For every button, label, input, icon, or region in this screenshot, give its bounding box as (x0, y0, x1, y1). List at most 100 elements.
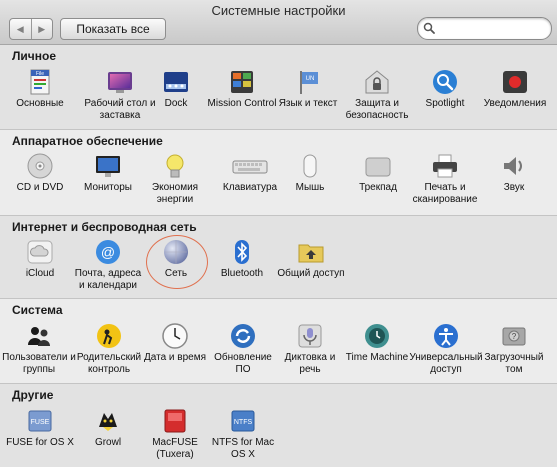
search-input[interactable] (438, 20, 543, 36)
pref-icloud[interactable]: iCloud (3, 238, 77, 280)
pref-label: Growl (94, 437, 122, 448)
pref-label: Time Machine (345, 352, 409, 363)
dock-icon (162, 68, 190, 96)
startup-disk-icon: ? (500, 322, 528, 350)
pref-label: Почта, адреса и календари (74, 268, 142, 291)
pref-label: Родительский контроль (76, 352, 142, 375)
accessibility-icon (432, 322, 460, 350)
pref-label: Печать и сканирование (412, 182, 478, 205)
pref-energy-saver[interactable]: Экономия энергии (138, 152, 212, 206)
pref-ntfs[interactable]: NTFS NTFS for Mac OS X (206, 407, 280, 461)
pref-growl[interactable]: Growl (71, 407, 145, 449)
users-groups-icon (25, 322, 53, 350)
sound-icon (500, 152, 528, 180)
pref-label: iCloud (25, 268, 55, 279)
search-field[interactable] (417, 17, 552, 40)
back-forward-control: ◀ ▶ (9, 18, 53, 40)
pref-notifications[interactable]: Уведомления (478, 68, 552, 110)
section-title: Аппаратное обеспечение (12, 134, 163, 148)
pref-label: Защита и безопасность (345, 98, 409, 121)
ntfs-icon: NTFS (229, 407, 257, 435)
pref-label: Трекпад (359, 182, 397, 193)
pref-parental-controls[interactable]: Родительский контроль (72, 322, 146, 376)
pref-users-groups[interactable]: Пользователи и группы (2, 322, 76, 376)
pref-dictation-speech[interactable]: Диктовка и речь (273, 322, 347, 376)
pref-accessibility[interactable]: Универсальный доступ (409, 322, 483, 376)
pref-date-time[interactable]: Дата и время (138, 322, 212, 364)
mission-control-icon (228, 68, 256, 96)
pref-mouse[interactable]: Мышь (273, 152, 347, 194)
trackpad-icon (364, 152, 392, 180)
pref-print-scan[interactable]: Печать и сканирование (408, 152, 482, 206)
back-button[interactable]: ◀ (10, 19, 31, 39)
pref-label: Bluetooth (220, 268, 264, 279)
pref-time-machine[interactable]: Time Machine (340, 322, 414, 364)
pref-label: Язык и текст (278, 98, 338, 109)
pref-label: Dock (164, 98, 188, 109)
pref-dock[interactable]: Dock (139, 68, 213, 110)
pref-mail-contacts[interactable]: @ Почта, адреса и календари (71, 238, 145, 292)
macfuse-icon (161, 407, 189, 435)
pref-label: NTFS for Mac OS X (211, 437, 275, 460)
pref-startup-disk[interactable]: ? Загрузочный том (477, 322, 551, 376)
chevron-left-icon: ◀ (16, 23, 24, 34)
pref-language-text[interactable]: UN Язык и текст (271, 68, 345, 110)
system-preferences-window: Системные настройки ◀ ▶ Показать все Лич… (0, 0, 557, 467)
svg-text:@: @ (101, 244, 115, 260)
pref-label: Мониторы (84, 182, 132, 193)
pref-security[interactable]: Защита и безопасность (340, 68, 414, 122)
pref-label: Мышь (295, 182, 325, 193)
spotlight-icon (431, 68, 459, 96)
pref-label: Mission Control (207, 98, 277, 109)
pref-fuse[interactable]: FUSE FUSE for OS X (3, 407, 77, 449)
show-all-button[interactable]: Показать все (60, 18, 166, 40)
pref-label: Основные (16, 98, 64, 109)
pref-displays[interactable]: Мониторы (71, 152, 145, 194)
language-text-icon: UN (294, 68, 322, 96)
pref-macfuse[interactable]: MacFUSE (Tuxera) (138, 407, 212, 461)
pref-label: Звук (503, 182, 525, 193)
desktop-screensaver-icon (106, 68, 134, 96)
chevron-right-icon: ▶ (38, 23, 46, 34)
forward-button[interactable]: ▶ (30, 19, 53, 39)
pref-label: Экономия энергии (151, 182, 199, 205)
ntfs-text: NTFS (234, 419, 253, 426)
general-icon: File (26, 68, 54, 96)
pref-label: CD и DVD (16, 182, 64, 193)
svg-text:?: ? (512, 332, 517, 341)
pref-label: Уведомления (483, 98, 547, 109)
pref-label: Загрузочный том (484, 352, 544, 375)
pref-bluetooth[interactable]: Bluetooth (205, 238, 279, 280)
security-icon (363, 68, 391, 96)
fuse-text: FUSE (31, 419, 50, 426)
energy-saver-icon (161, 152, 189, 180)
pref-trackpad[interactable]: Трекпад (341, 152, 415, 194)
pref-general[interactable]: File Основные (3, 68, 77, 110)
section-title: Система (12, 303, 63, 317)
toolbar: Системные настройки ◀ ▶ Показать все (0, 0, 557, 45)
pref-cd-dvd[interactable]: CD и DVD (3, 152, 77, 194)
mail-contacts-icon: @ (94, 238, 122, 266)
bluetooth-icon (228, 238, 256, 266)
highlight-circle (146, 235, 208, 289)
pref-sharing[interactable]: Общий доступ (274, 238, 348, 280)
pref-label: Spotlight (425, 98, 465, 109)
date-time-icon (161, 322, 189, 350)
pref-label: FUSE for OS X (6, 437, 74, 448)
software-update-icon (229, 322, 257, 350)
file-text: File (36, 71, 44, 77)
section-title: Личное (12, 49, 57, 63)
print-scan-icon (431, 152, 459, 180)
pref-sound[interactable]: Звук (477, 152, 551, 194)
pref-software-update[interactable]: Обновление ПО (206, 322, 280, 376)
sharing-icon (297, 238, 325, 266)
pref-mission-control[interactable]: Mission Control (205, 68, 279, 110)
growl-icon (94, 407, 122, 435)
section-title: Другие (12, 388, 54, 402)
pref-label: Универсальный доступ (409, 352, 483, 375)
dictation-speech-icon (296, 322, 324, 350)
pref-label: Обновление ПО (214, 352, 272, 375)
search-icon (423, 22, 435, 34)
pref-label: Диктовка и речь (284, 352, 336, 375)
pref-spotlight[interactable]: Spotlight (408, 68, 482, 110)
